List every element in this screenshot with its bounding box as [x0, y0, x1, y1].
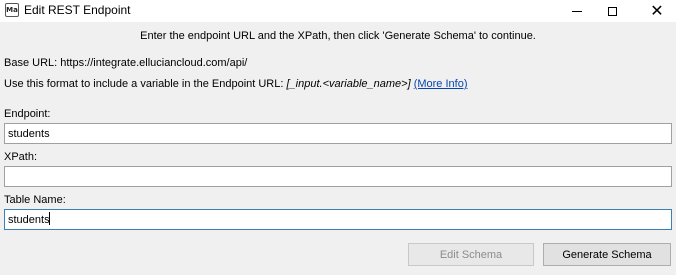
endpoint-input[interactable]: [4, 123, 672, 144]
edit-schema-button[interactable]: Edit Schema: [408, 243, 534, 266]
format-hint-prefix: Use this format to include a variable in…: [4, 78, 287, 90]
close-button[interactable]: ✕: [640, 0, 674, 22]
table-name-input[interactable]: [4, 209, 672, 230]
title-bar: Ma Edit REST Endpoint ✕: [0, 0, 676, 22]
app-icon: Ma: [5, 3, 19, 17]
maximize-icon: [607, 6, 617, 16]
variable-format: [_input.<variable_name>]: [286, 78, 411, 90]
instruction-text: Enter the endpoint URL and the XPath, th…: [140, 30, 536, 42]
window-title: Edit REST Endpoint: [24, 3, 131, 17]
format-hint: Use this format to include a variable in…: [4, 78, 468, 90]
text-caret: [49, 212, 50, 225]
more-info-link[interactable]: (More Info): [414, 78, 468, 90]
minimize-button[interactable]: [560, 0, 594, 22]
generate-schema-button[interactable]: Generate Schema: [543, 243, 671, 266]
xpath-input[interactable]: [4, 166, 672, 187]
table-name-label: Table Name:: [4, 194, 66, 206]
maximize-button[interactable]: [595, 0, 629, 22]
minimize-icon: [572, 10, 582, 12]
base-url-text: Base URL: https://integrate.ellucianclou…: [4, 57, 248, 69]
xpath-label: XPath:: [4, 151, 38, 163]
close-icon: ✕: [650, 1, 664, 20]
endpoint-label: Endpoint:: [4, 108, 51, 120]
